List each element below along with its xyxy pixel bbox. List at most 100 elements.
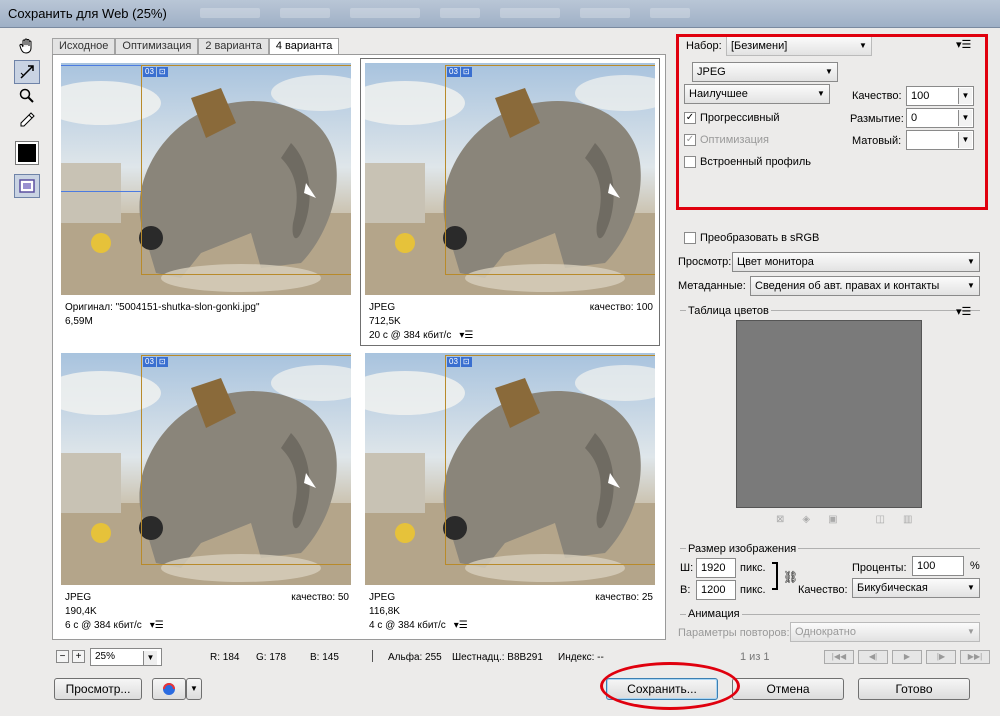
save-highlight-annotation — [600, 662, 740, 710]
slice-boundary — [141, 355, 351, 565]
slice-select-icon — [20, 65, 34, 79]
status-bar: − + 25% ▼ R: 184 G: 178 B: 145 Альфа: 255… — [52, 648, 666, 668]
pane-download-time: 4 с @ 384 кбит/с — [369, 620, 446, 631]
preview-pane-q25[interactable]: 03 ⊡ JPEG качество: 25 116,8K 4 с @ 384 кб… — [361, 349, 659, 635]
resample-value: Бикубическая — [857, 582, 928, 594]
animation-controls: |◀◀ ◀| ▶ |▶ ▶▶| — [824, 650, 990, 664]
slice-line — [61, 65, 141, 66]
slice-boundary — [445, 355, 655, 565]
tab-4-up[interactable]: 4 варианта — [268, 38, 340, 54]
tab-original[interactable]: Исходное — [52, 38, 116, 54]
status-hex: Шестнадц.: B8B291 — [452, 652, 543, 663]
preview-image: 03 ⊡ — [61, 353, 351, 585]
convert-srgb-checkbox[interactable]: Преобразовать в sRGB — [684, 232, 819, 244]
tab-optimized[interactable]: Оптимизация — [115, 38, 199, 54]
percent-value: 100 — [917, 560, 936, 572]
preview-button[interactable]: Просмотр... — [54, 678, 142, 700]
cube-icon[interactable]: ◈ — [802, 514, 810, 525]
loop-value: Однократно — [795, 626, 856, 638]
last-frame-icon[interactable]: ▶▶| — [960, 650, 990, 664]
pane-quality: качество: 100 — [589, 302, 653, 313]
trash-icon[interactable]: ▥ — [903, 514, 912, 525]
status-r: R: 184 — [210, 652, 240, 663]
image-size-title: Размер изображения — [686, 543, 799, 555]
first-frame-icon[interactable]: |◀◀ — [824, 650, 854, 664]
eyedropper-tool[interactable] — [14, 108, 40, 132]
settings-highlight-annotation — [676, 34, 988, 210]
pane-quality: качество: 25 — [595, 592, 653, 603]
zoom-select[interactable]: 25% ▼ — [90, 648, 162, 666]
zoom-in-button[interactable]: + — [72, 650, 85, 663]
eyedropper-color-swatch[interactable] — [15, 141, 39, 165]
percent-input[interactable]: 100 — [912, 556, 964, 576]
slice-line — [61, 191, 141, 192]
new-color-icon[interactable]: ◫ — [876, 514, 885, 525]
cancel-button[interactable]: Отмена — [732, 678, 844, 700]
color-table-menu-icon[interactable]: ▾☰ — [956, 305, 971, 318]
preview-image: 03 ⊡ — [61, 63, 351, 295]
pane-download-time: 20 с @ 384 кбит/с — [369, 330, 452, 341]
tab-2-up[interactable]: 2 варианта — [198, 38, 269, 54]
status-g: G: 178 — [256, 652, 287, 663]
metadata-select[interactable]: Сведения об авт. правах и контакты ▼ — [750, 276, 980, 296]
chevron-down-icon: ▼ — [967, 583, 975, 592]
height-input[interactable]: 1200 — [696, 580, 736, 600]
next-frame-icon[interactable]: |▶ — [926, 650, 956, 664]
eyedropper-icon — [20, 112, 35, 127]
browser-select-button[interactable] — [152, 678, 186, 700]
preview-mode-select[interactable]: Цвет монитора ▼ — [732, 252, 980, 272]
loop-label: Параметры повторов: — [678, 627, 790, 639]
slices-visibility-icon — [19, 179, 35, 193]
zoom-tool[interactable] — [14, 84, 40, 108]
pane-info: Оригинал: "5004151-shutka-slon-gonki.jpg… — [65, 301, 349, 329]
color-table-area[interactable] — [736, 320, 922, 508]
slice-badge: 03 ⊡ — [143, 67, 168, 77]
pane-menu-icon[interactable]: ▾☰ — [459, 330, 473, 341]
status-b: B: 145 — [310, 652, 339, 663]
pane-size: 712,5K — [369, 316, 401, 327]
width-input[interactable]: 1920 — [696, 558, 736, 578]
preview-mode-label: Просмотр: — [678, 256, 732, 268]
pane-menu-icon[interactable]: ▾☰ — [150, 620, 164, 631]
status-alpha: Альфа: 255 — [388, 652, 442, 663]
pane-info-line2: 6,59M — [65, 316, 93, 327]
chevron-down-icon: ▼ — [967, 627, 975, 636]
toggle-slices-visibility[interactable] — [14, 174, 40, 198]
link-icon[interactable]: ⛓ — [783, 570, 798, 584]
color-table-title: Таблица цветов — [686, 305, 771, 317]
tool-column — [10, 34, 44, 198]
browser-icon — [163, 683, 175, 695]
browser-dropdown[interactable]: ▼ — [186, 678, 202, 700]
done-button[interactable]: Готово — [858, 678, 970, 700]
height-label: В: — [680, 584, 691, 596]
web-snap-icon[interactable]: ⊠ — [776, 514, 784, 525]
pane-menu-icon[interactable]: ▾☰ — [454, 620, 468, 631]
percent-unit: % — [970, 560, 980, 572]
chevron-down-icon: ▼ — [967, 257, 975, 266]
convert-srgb-label: Преобразовать в sRGB — [700, 232, 820, 244]
loop-select[interactable]: Однократно ▼ — [790, 622, 980, 642]
zoom-value: 25% — [95, 651, 116, 662]
slice-badge: 03 ⊡ — [447, 67, 472, 77]
preview-pane-q50[interactable]: 03 ⊡ JPEG качество: 50 190,4K 6 с @ 384 кб… — [57, 349, 355, 635]
preview-image: 03 ⊡ — [365, 353, 655, 585]
zoom-out-button[interactable]: − — [56, 650, 69, 663]
slice-select-tool[interactable] — [14, 60, 40, 84]
chevron-down-icon: ▼ — [967, 281, 975, 290]
hand-icon — [19, 38, 32, 54]
constrain-bracket — [772, 562, 778, 590]
resample-select[interactable]: Бикубическая ▼ — [852, 578, 980, 598]
pane-format: JPEG — [369, 592, 396, 603]
height-unit: пикс. — [740, 584, 766, 596]
prev-frame-icon[interactable]: ◀| — [858, 650, 888, 664]
lock-icon[interactable]: ▣ — [828, 514, 837, 525]
color-table-buttons: ⊠ ◈ ▣ ◫ ▥ — [776, 514, 912, 525]
preview-pane-original[interactable]: 03 ⊡ Оригинал: "5004151-shutka-slon-gonki… — [57, 59, 355, 345]
preview-pane-q100[interactable]: 03 ⊡ JPEG качество: 100 712,5K 20 с @ 384 … — [360, 58, 660, 346]
play-icon[interactable]: ▶ — [892, 650, 922, 664]
preview-mode-value: Цвет монитора — [737, 256, 814, 268]
frame-counter: 1 из 1 — [740, 651, 770, 663]
hand-tool[interactable] — [14, 34, 40, 58]
preview-image: 03 ⊡ — [365, 63, 655, 295]
pane-info: JPEG качество: 25 116,8K 4 с @ 384 кбит/с… — [369, 591, 653, 633]
